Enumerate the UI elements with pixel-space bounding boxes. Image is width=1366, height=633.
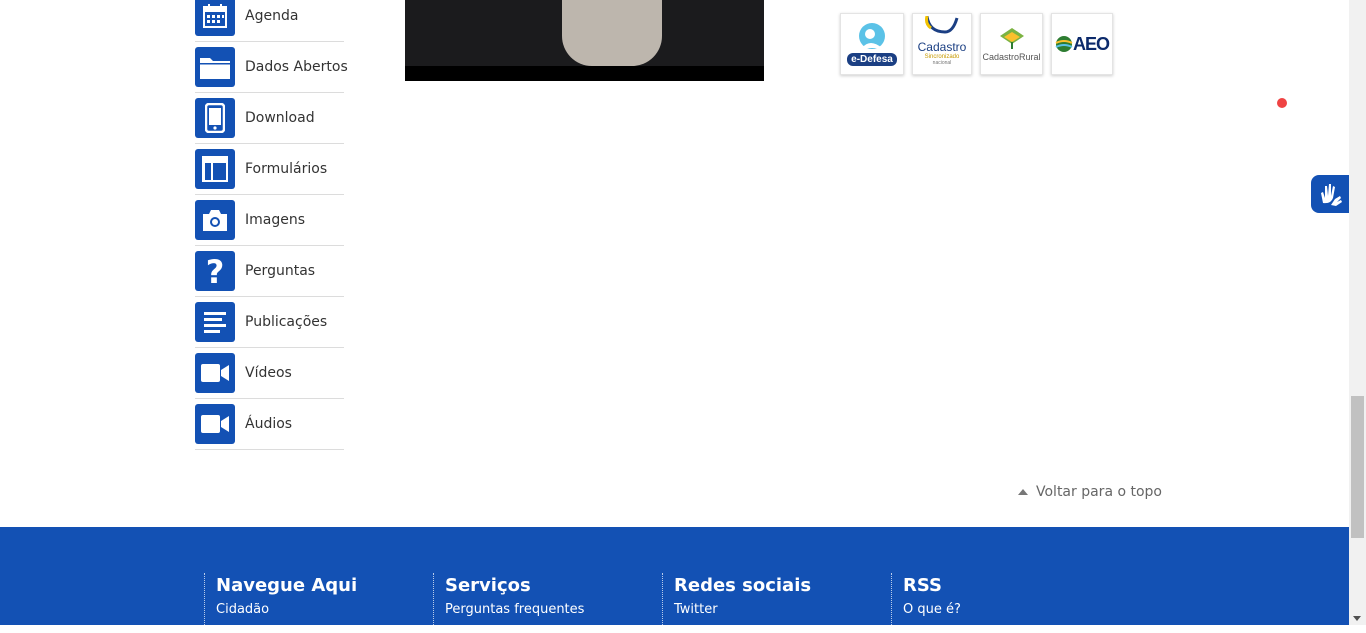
- footer-link-perguntas-frequentes[interactable]: Perguntas frequentes: [445, 602, 584, 617]
- footer-link-o-que-e[interactable]: O que é?: [903, 602, 961, 617]
- sidebar-item-label: Áudios: [245, 416, 293, 432]
- sidebar-item-perguntas[interactable]: ? Perguntas: [195, 246, 344, 297]
- layout-icon: [195, 149, 235, 189]
- partner-logos: e-Defesa Cadastro Sincronizado nacional …: [840, 13, 1113, 75]
- sidebar-item-imagens[interactable]: Imagens: [195, 195, 344, 246]
- sidebar-item-label: Dados Abertos: [245, 59, 348, 75]
- scrollbar-thumb[interactable]: [1351, 396, 1364, 538]
- footer-column-rss: RSS O que é?: [891, 573, 961, 633]
- sidebar-item-label: Download: [245, 110, 315, 126]
- sidebar-menu: Agenda Dados Abertos Download Formulário…: [195, 0, 348, 450]
- cadastro-rural-icon: [999, 28, 1024, 49]
- cadastro-label: Cadastro: [917, 40, 967, 54]
- cadastro-swoosh-icon: [925, 16, 959, 34]
- sidebar-item-label: Formulários: [245, 161, 328, 177]
- footer-link-cidadao[interactable]: Cidadão: [216, 602, 357, 617]
- cadastro-rural-logo-link[interactable]: CadastroRural: [980, 13, 1043, 75]
- edefesa-logo-link[interactable]: e-Defesa: [840, 13, 904, 75]
- camera-icon: [195, 200, 235, 240]
- site-footer: Navegue Aqui Cidadão Serviços Perguntas …: [0, 527, 1349, 633]
- footer-column-servicos: Serviços Perguntas frequentes: [433, 573, 584, 633]
- footer-column-title: RSS: [903, 575, 942, 596]
- footer-column-navegue: Navegue Aqui Cidadão: [204, 573, 357, 633]
- vlibras-accessibility-button[interactable]: [1311, 175, 1349, 213]
- sidebar-item-audios[interactable]: Áudios: [195, 399, 344, 450]
- calendar-icon: [195, 0, 235, 36]
- sidebar-item-label: Vídeos: [245, 365, 292, 381]
- sidebar-item-label: Agenda: [245, 8, 299, 24]
- edefesa-icon: [859, 23, 885, 49]
- document-icon: [195, 302, 235, 342]
- back-to-top-link[interactable]: Voltar para o topo: [1018, 484, 1162, 500]
- vertical-scrollbar[interactable]: [1349, 0, 1366, 625]
- edefesa-label: e-Defesa: [847, 53, 897, 66]
- video-camera-icon: [195, 353, 235, 393]
- footer-link-twitter[interactable]: Twitter: [674, 602, 811, 617]
- footer-column-title: Navegue Aqui: [216, 575, 358, 596]
- sidebar-item-label: Imagens: [245, 212, 306, 228]
- back-to-top-label: Voltar para o topo: [1036, 484, 1162, 500]
- video-player[interactable]: [405, 0, 764, 81]
- sign-language-hands-icon: [1321, 184, 1342, 206]
- sidebar-item-dados-abertos[interactable]: Dados Abertos: [195, 42, 348, 93]
- footer-column-title: Serviços: [445, 575, 531, 596]
- footer-column-title: Redes sociais: [674, 575, 812, 596]
- scroll-down-arrow-icon[interactable]: [1353, 616, 1361, 621]
- arrow-up-icon: [1018, 489, 1028, 495]
- question-icon: ?: [195, 251, 235, 291]
- sidebar-item-label: Perguntas: [245, 263, 316, 279]
- cadastro-sincronizado-logo-link[interactable]: Cadastro Sincronizado nacional: [912, 13, 972, 75]
- folder-icon: [195, 47, 235, 87]
- svg-text:?: ?: [206, 255, 225, 287]
- mobile-icon: [195, 98, 235, 138]
- cadastro-rural-label: CadastroRural: [982, 52, 1041, 62]
- video-control-bar: [405, 66, 764, 81]
- aeo-logo-link[interactable]: AEO: [1051, 13, 1113, 75]
- sidebar-item-agenda[interactable]: Agenda: [195, 0, 344, 42]
- sidebar-item-publicacoes[interactable]: Publicações: [195, 297, 344, 348]
- cadastro-sub2-label: nacional: [932, 60, 952, 66]
- sidebar-item-videos[interactable]: Vídeos: [195, 348, 344, 399]
- aeo-globe-icon: [1055, 36, 1073, 52]
- aeo-label: AEO: [1072, 33, 1110, 54]
- footer-column-redes-sociais: Redes sociais Twitter: [662, 573, 811, 633]
- sidebar-item-label: Publicações: [245, 314, 328, 330]
- notification-dot: [1277, 98, 1287, 108]
- sidebar-item-formularios[interactable]: Formulários: [195, 144, 344, 195]
- sidebar-item-download[interactable]: Download: [195, 93, 344, 144]
- video-thumbnail-person: [562, 0, 662, 66]
- video-camera-icon: [195, 404, 235, 444]
